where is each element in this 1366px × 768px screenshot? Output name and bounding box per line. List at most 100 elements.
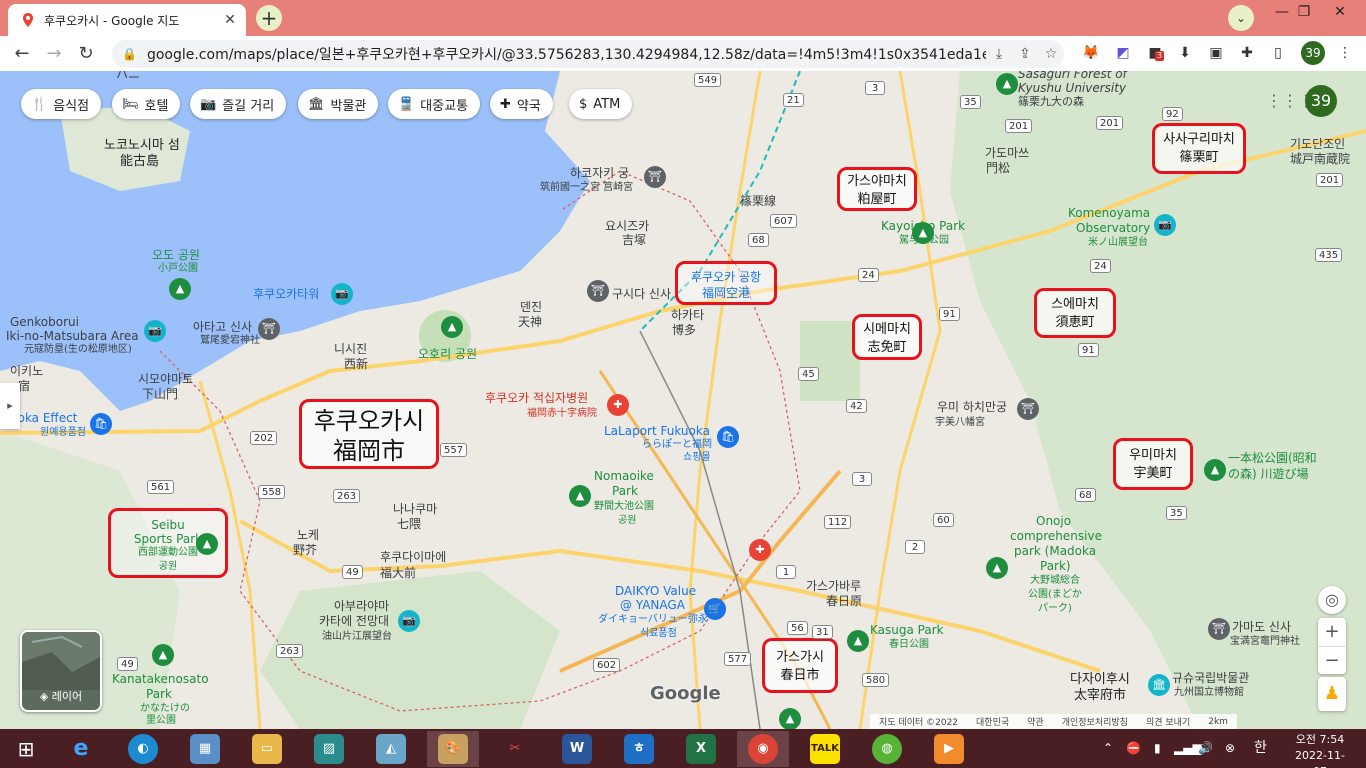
pegman-icon[interactable]: ♟ xyxy=(1318,677,1346,711)
label-genkoborui[interactable]: Genkoborui xyxy=(10,315,79,329)
taskbar-explorer[interactable]: ▭ xyxy=(241,731,293,767)
label-ohori-park[interactable]: 오호리 공원 xyxy=(418,347,477,361)
label-odo-park[interactable]: 오도 공원 xyxy=(152,248,200,262)
menu-kebab-icon[interactable]: ⋮ xyxy=(1334,42,1356,64)
landmark-pin-icon[interactable]: 📷 xyxy=(144,320,166,342)
label-aburayama[interactable]: 아부라야마 xyxy=(334,599,389,613)
extension-badge-icon[interactable]: ■3 xyxy=(1144,42,1166,64)
label-iki[interactable]: 이키노 xyxy=(10,364,43,378)
park-pin-icon[interactable]: ▲ xyxy=(152,644,174,666)
side-panel-icon[interactable]: ▯ xyxy=(1267,42,1289,64)
label-ippon[interactable]: 一本松公園(昭和 xyxy=(1228,451,1317,465)
install-app-icon[interactable]: ⤓ xyxy=(986,46,1012,62)
reload-icon[interactable]: ↻ xyxy=(72,40,100,68)
new-tab-button[interactable]: + xyxy=(256,5,282,31)
park-pin-icon[interactable]: ▲ xyxy=(847,630,869,652)
taskbar-media[interactable]: ▶ xyxy=(923,731,975,767)
label-kushida-shrine[interactable]: 구시다 신사 xyxy=(612,287,671,301)
label-nanakuma[interactable]: 나나쿠마 xyxy=(393,502,437,516)
taskbar-paint[interactable]: 🎨 xyxy=(427,731,479,767)
label-nokonoshima[interactable]: 노코노시마 섬 xyxy=(104,139,180,153)
label-tenjin[interactable]: 덴진 xyxy=(520,300,542,314)
label-kasuga-park[interactable]: Kasuga Park xyxy=(870,623,944,637)
bookmark-star-icon[interactable]: ☆ xyxy=(1038,46,1064,62)
taskbar-snipping[interactable]: ✂ xyxy=(489,731,541,767)
profile-avatar[interactable]: 39 xyxy=(1301,41,1325,65)
extensions-puzzle-icon[interactable]: ✚ xyxy=(1236,42,1258,64)
label-noke[interactable]: 노케 xyxy=(297,528,319,542)
park-pin-icon[interactable]: ▲ xyxy=(986,557,1008,579)
shrine-pin-icon[interactable]: ⛩ xyxy=(1208,618,1230,640)
park-pin-icon[interactable]: ▲ xyxy=(169,278,191,300)
label-kanatake[interactable]: Kanatakenosato xyxy=(112,672,209,686)
chip-hotels[interactable]: 🛏 호텔 xyxy=(112,89,181,119)
footer-terms-link[interactable]: 약관 xyxy=(1027,715,1044,728)
label-kamado-shrine[interactable]: 가마도 신사 xyxy=(1232,620,1291,634)
grocery-pin-icon[interactable]: 🛒 xyxy=(704,598,726,620)
shopping-pin-icon[interactable]: 🛍 xyxy=(717,426,739,448)
apps-grid-icon[interactable]: ⋮⋮⋮ xyxy=(1266,91,1314,111)
taskbar-control-panel[interactable]: ▦ xyxy=(179,731,231,767)
map-canvas[interactable]: 🍴음식점 🛏호텔 📷즐길 거리 🏛박물관 🚆대중교통 ✚약국 $ATM ⋮⋮⋮ … xyxy=(0,71,1366,729)
label-yoshizuka[interactable]: 요시즈카 xyxy=(605,219,649,233)
label-atago-shrine[interactable]: 아타고 신사 xyxy=(193,320,252,334)
extension-icon[interactable]: ◩ xyxy=(1112,42,1134,64)
taskbar-clock[interactable]: 오전 7:54 2022-11-07 xyxy=(1290,732,1350,768)
park-pin-icon[interactable]: ▲ xyxy=(569,485,591,507)
label-kadomatsu[interactable]: 가도마쓰 xyxy=(985,146,1029,160)
window-close-icon[interactable]: ✕ xyxy=(1320,0,1360,32)
museum-pin-icon[interactable]: 🏛 xyxy=(1148,674,1170,696)
taskbar-photos[interactable]: ▨ xyxy=(303,731,355,767)
label-onojo[interactable]: Onojo xyxy=(1036,514,1071,528)
park-pin-icon[interactable]: ▲ xyxy=(912,222,934,244)
extension-box-icon[interactable]: ▣ xyxy=(1205,42,1227,64)
chip-museums[interactable]: 🏛 박물관 xyxy=(298,89,379,119)
park-pin-icon[interactable]: ▲ xyxy=(779,708,801,729)
network-error-icon[interactable]: ⛔ xyxy=(1126,729,1141,768)
taskbar-word[interactable]: W xyxy=(551,731,603,767)
label-komenoyama[interactable]: Komenoyama xyxy=(1068,206,1150,220)
label-red-cross-hospital[interactable]: 후쿠오카 적십자병원 xyxy=(485,391,588,405)
store-pin-icon[interactable]: 🛍 xyxy=(90,413,112,435)
label-nomaoike[interactable]: Nomaoike xyxy=(594,469,654,483)
taskbar-excel[interactable]: X xyxy=(675,731,727,767)
chip-restaurants[interactable]: 🍴 음식점 xyxy=(21,89,102,119)
tab-search-chevron-down-icon[interactable]: ⌄ xyxy=(1228,5,1254,31)
zoom-in-icon[interactable]: + xyxy=(1318,618,1346,646)
observatory-pin-icon[interactable]: 📷 xyxy=(1154,214,1176,236)
label-laport[interactable]: LaLaport Fukuoka xyxy=(604,424,710,438)
start-button[interactable]: ⊞ xyxy=(0,731,52,767)
download-extension-icon[interactable]: ⬇ xyxy=(1174,42,1196,64)
tower-pin-icon[interactable]: 📷 xyxy=(331,283,353,305)
hospital-pin-icon[interactable]: ✚ xyxy=(607,394,629,416)
hospital-pin-icon[interactable]: ✚ xyxy=(749,539,771,561)
shrine-pin-icon[interactable]: ⛩ xyxy=(587,280,609,302)
restore-icon[interactable]: ❐ xyxy=(1284,0,1324,32)
battery-icon[interactable]: ▮ xyxy=(1154,729,1161,768)
label-kasugabaru[interactable]: 가스가바루 xyxy=(806,579,861,593)
label-hakozaki[interactable]: 하코자키 궁 xyxy=(570,166,629,180)
viewpoint-pin-icon[interactable]: 📷 xyxy=(398,610,420,632)
label-dazaifu[interactable]: 다자이후시 xyxy=(1070,673,1130,687)
taskbar-edge[interactable]: ◐ xyxy=(117,731,169,767)
taskbar-app[interactable]: ◍ xyxy=(861,731,913,767)
map-profile-avatar[interactable]: 39 xyxy=(1305,85,1337,117)
label-fukuoka-effect[interactable]: uoka Effect xyxy=(10,411,77,425)
my-location-icon[interactable]: ◎ xyxy=(1318,586,1346,614)
zoom-out-icon[interactable]: − xyxy=(1318,646,1346,675)
tray-expand-icon[interactable]: ⌃ xyxy=(1103,729,1113,768)
label-shimoyamato[interactable]: 시모야마토 xyxy=(138,372,193,386)
label-daikyo[interactable]: DAIKYO Value xyxy=(615,584,696,598)
map-scale[interactable]: 2km xyxy=(1208,717,1228,727)
taskbar-chrome[interactable]: ◉ xyxy=(737,731,789,767)
park-pin-icon[interactable]: ▲ xyxy=(996,73,1018,95)
footer-privacy-link[interactable]: 개인정보처리방침 xyxy=(1062,715,1128,728)
taskbar-ie[interactable]: e xyxy=(55,731,107,767)
label-fukuoka-tower[interactable]: 후쿠오카타워 xyxy=(253,287,319,301)
shrine-pin-icon[interactable]: ⛩ xyxy=(258,318,280,340)
volume-icon[interactable]: 🔊 xyxy=(1198,729,1213,768)
park-pin-icon[interactable]: ▲ xyxy=(1204,459,1226,481)
chip-atm[interactable]: $ ATM xyxy=(569,89,633,119)
address-bar[interactable]: 🔒 google.com/maps/place/일본+후쿠오카현+후쿠오카시/@… xyxy=(112,40,1064,68)
label-hakata[interactable]: 하카타 xyxy=(671,308,704,322)
